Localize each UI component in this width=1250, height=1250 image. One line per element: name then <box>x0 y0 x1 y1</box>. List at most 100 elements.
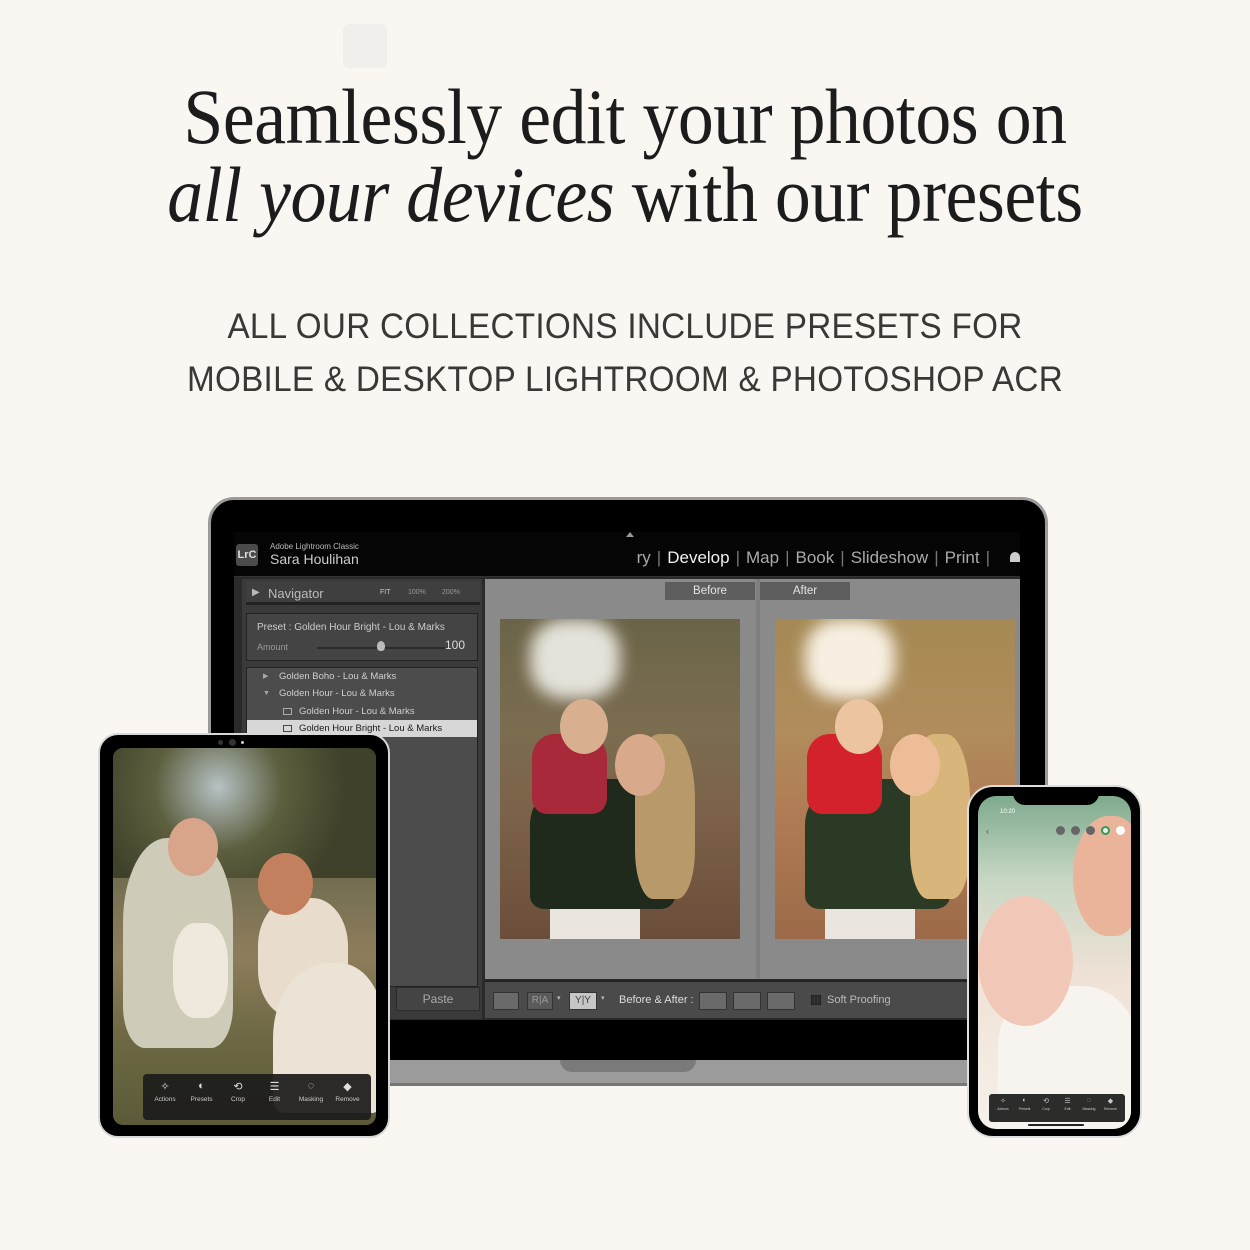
module-ry[interactable]: ry <box>637 548 651 568</box>
tool-remove[interactable]: ◆ Remove <box>330 1080 366 1103</box>
module-print[interactable]: Print <box>945 548 980 568</box>
zoom-200[interactable]: 200% <box>442 589 460 596</box>
tablet-indicator <box>241 741 244 744</box>
before-after-tb-button[interactable]: Y|Y <box>569 992 597 1010</box>
tool-remove[interactable]: ◆ Remove <box>1100 1097 1122 1111</box>
tool-label: Crop <box>1042 1107 1050 1111</box>
tool-edit[interactable]: ☰ Edit <box>257 1080 293 1103</box>
tool-label: Remove <box>1103 1107 1118 1111</box>
headline-line-1: Seamlessly edit your photos on <box>183 73 1067 160</box>
subheadline-line-1: ALL OUR COLLECTIONS INCLUDE PRESETS FOR <box>227 307 1023 346</box>
copy-before-to-after-button[interactable] <box>699 992 727 1010</box>
headline-italic: all your devices <box>167 151 615 238</box>
magic-wand-icon: ✧ <box>1000 1098 1006 1105</box>
back-icon[interactable]: ‹ <box>986 826 989 836</box>
tool-label: Masking <box>1082 1107 1096 1111</box>
tool-label: Masking <box>298 1096 324 1103</box>
tablet-toolbar: ✧ Actions ◐ Presets ⟲ Crop ☰ Edit ◌ Masking ◆ Remov… <box>143 1074 371 1120</box>
phone-photo: 10:20 ‹ ✧ Actions ◐ Presets ⟲ Crop ☰ Edit ◌ Maski… <box>978 796 1131 1129</box>
tool-crop[interactable]: ⟲ Crop <box>1035 1097 1057 1111</box>
tool-label: Crop <box>230 1096 246 1103</box>
module-separator: | <box>656 548 662 567</box>
sliders-icon: ☰ <box>1064 1098 1071 1105</box>
tool-masking[interactable]: ◌ Masking <box>1078 1097 1100 1111</box>
before-after-lr-button[interactable]: R|A <box>527 992 553 1010</box>
zoom-fit[interactable]: FIT <box>380 589 391 596</box>
navigator-header[interactable]: ▶ Navigator FIT 100% 200% <box>246 581 480 605</box>
tool-label: Edit <box>268 1096 281 1103</box>
phone-notch <box>1013 787 1099 805</box>
preset-tree-label: Golden Hour - Lou & Marks <box>299 705 415 717</box>
preset-label: Preset : Golden Hour Bright - Lou & Mark… <box>257 622 445 633</box>
preset-tree-item[interactable]: ▶ Golden Boho - Lou & Marks <box>247 668 477 685</box>
folder-collapsed-icon[interactable]: ▶ <box>263 668 268 685</box>
soft-proofing-checkbox[interactable] <box>811 995 821 1005</box>
soft-proofing-label: Soft Proofing <box>827 994 891 1006</box>
subheadline-line-2: MOBILE & DESKTOP LIGHTROOM & PHOTOSHOP A… <box>186 360 1064 399</box>
zoom-100[interactable]: 100% <box>408 589 426 596</box>
folder-expanded-icon[interactable]: ▼ <box>263 685 270 702</box>
preset-icon <box>283 707 292 715</box>
magic-wand-icon: ✧ <box>160 1081 170 1093</box>
preset-icon <box>283 724 292 732</box>
cloud-icon[interactable] <box>1010 552 1020 562</box>
headline-line-2: all your devices with our presets <box>50 150 1200 240</box>
amount-label: Amount <box>257 642 289 652</box>
tool-masking[interactable]: ◌ Masking <box>293 1080 329 1103</box>
module-book[interactable]: Book <box>796 548 835 568</box>
masking-icon: ◌ <box>307 1080 315 1092</box>
home-indicator[interactable] <box>1028 1124 1084 1126</box>
share-icon[interactable] <box>1086 826 1095 835</box>
module-map[interactable]: Map <box>746 548 779 568</box>
tablet-camera <box>229 739 236 746</box>
phone-time: 10:20 <box>1000 809 1016 815</box>
more-icon[interactable] <box>1116 826 1125 835</box>
laptop-notch <box>560 1060 696 1072</box>
tablet-photo: ✧ Actions ◐ Presets ⟲ Crop ☰ Edit ◌ Masking ◆ Remov… <box>113 748 376 1125</box>
before-pane: Before <box>485 579 756 979</box>
tool-crop[interactable]: ⟲ Crop <box>220 1080 256 1103</box>
dropdown-arrow-icon[interactable]: ▾ <box>601 994 605 1002</box>
decorative-square <box>343 24 387 68</box>
tool-presets[interactable]: ◐ Presets <box>1014 1097 1036 1111</box>
help-icon[interactable] <box>1056 826 1065 835</box>
paste-button[interactable]: Paste <box>396 987 480 1011</box>
tool-label: Edit <box>1064 1107 1071 1111</box>
tool-actions[interactable]: ✧ Actions <box>147 1080 183 1103</box>
tool-label: Remove <box>335 1096 360 1103</box>
presets-icon: ◐ <box>198 1080 205 1092</box>
preset-tree-label: Golden Hour - Lou & Marks <box>279 688 395 700</box>
preset-tree-item[interactable]: ▼ Golden Hour - Lou & Marks <box>247 685 477 702</box>
module-separator: | <box>735 548 741 567</box>
tool-label: Presets <box>1018 1107 1031 1111</box>
expand-triangle-icon[interactable]: ▶ <box>252 587 260 598</box>
sliders-icon: ☰ <box>269 1081 280 1093</box>
copy-after-to-before-button[interactable] <box>733 992 761 1010</box>
preset-tree-item[interactable]: Golden Hour - Lou & Marks <box>247 703 477 720</box>
loupe-view-button[interactable] <box>493 992 519 1010</box>
tool-label: Presets <box>190 1096 213 1103</box>
cloud-sync-icon[interactable] <box>1101 826 1110 835</box>
amount-value[interactable]: 100 <box>445 638 465 652</box>
undo-icon[interactable] <box>1071 826 1080 835</box>
tool-presets[interactable]: ◐ Presets <box>184 1080 220 1103</box>
module-separator: | <box>785 548 790 567</box>
module-slideshow[interactable]: Slideshow <box>851 548 929 568</box>
before-photo <box>500 619 740 939</box>
amount-slider-thumb[interactable] <box>377 641 385 651</box>
tool-actions[interactable]: ✧ Actions <box>992 1097 1014 1111</box>
phone-toolbar: ✧ Actions ◐ Presets ⟲ Crop ☰ Edit ◌ Masking ◆ Remov… <box>989 1094 1125 1122</box>
lightroom-toolbar: R|A ▾ Y|Y ▾ Before & After : Soft Proofi… <box>485 980 1020 1018</box>
before-after-view: Before After <box>485 579 1020 979</box>
phone-device: 10:20 ‹ ✧ Actions ◐ Presets ⟲ Crop ☰ Edit ◌ Maski… <box>967 785 1142 1138</box>
tool-label: Actions <box>997 1107 1009 1111</box>
collapse-top-panel-icon[interactable] <box>626 532 634 537</box>
tool-edit[interactable]: ☰ Edit <box>1057 1097 1079 1111</box>
swap-before-after-button[interactable] <box>767 992 795 1010</box>
user-name: Sara Houlihan <box>270 551 359 567</box>
tablet-device: ✧ Actions ◐ Presets ⟲ Crop ☰ Edit ◌ Masking ◆ Remov… <box>98 733 390 1138</box>
presets-icon: ◐ <box>1022 1097 1027 1104</box>
dropdown-arrow-icon[interactable]: ▾ <box>557 994 561 1002</box>
module-separator: | <box>934 548 939 567</box>
module-develop[interactable]: Develop <box>667 548 729 568</box>
